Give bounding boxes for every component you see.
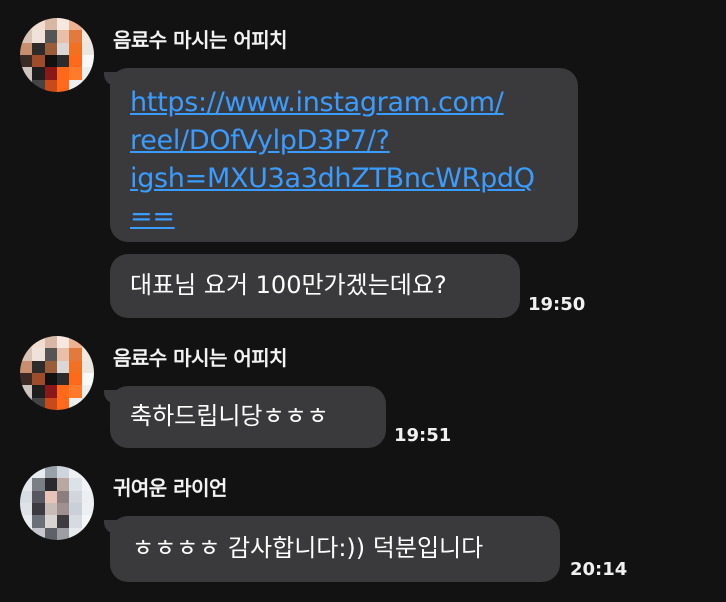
message-text: 대표님 요거 100만가겠는데요? <box>130 271 447 299</box>
message-bubble[interactable]: 대표님 요거 100만가겠는데요? <box>110 254 520 318</box>
link-line[interactable]: reel/DOfVylpD3P7/? <box>130 122 535 160</box>
sender-name: 음료수 마시는 어피치 <box>113 346 288 370</box>
link-line[interactable]: https://www.instagram.com/ <box>130 84 535 122</box>
message-bubble[interactable]: ㅎㅎㅎㅎ 감사합니다:)) 덕분입니다 <box>104 516 560 582</box>
message-text: 축하드립니당ㅎㅎㅎ <box>130 402 329 430</box>
message-timestamp: 19:50 <box>528 294 586 315</box>
avatar[interactable] <box>20 466 94 540</box>
pixelated-avatar-icon <box>20 466 94 540</box>
message-timestamp: 20:14 <box>570 559 628 580</box>
sender-name: 귀여운 라이언 <box>113 476 227 500</box>
message-timestamp: 19:51 <box>394 425 452 446</box>
pixelated-avatar-icon <box>20 336 94 410</box>
link-line[interactable]: == <box>130 198 535 236</box>
link-line[interactable]: igsh=MXU3a3dhZTBncWRpdQ <box>130 160 535 198</box>
bubble-tail <box>104 520 120 534</box>
message-text: ㅎㅎㅎㅎ 감사합니다:)) 덕분입니다 <box>132 534 484 562</box>
link-message-bubble[interactable]: https://www.instagram.com/ reel/DOfVylpD… <box>104 68 578 242</box>
shared-link[interactable]: https://www.instagram.com/ reel/DOfVylpD… <box>130 84 535 236</box>
avatar[interactable] <box>20 336 94 410</box>
message-bubble[interactable]: 축하드립니당ㅎㅎㅎ <box>104 386 386 448</box>
avatar[interactable] <box>20 18 94 92</box>
bubble-tail <box>104 72 120 86</box>
pixelated-avatar-icon <box>20 18 94 92</box>
sender-name: 음료수 마시는 어피치 <box>113 28 288 52</box>
bubble-tail <box>104 390 120 404</box>
